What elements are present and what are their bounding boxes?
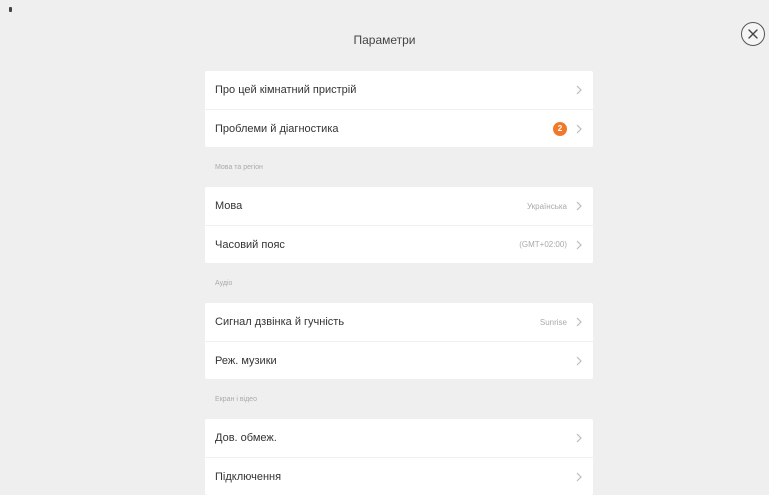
settings-item-music-mode[interactable]: Реж. музики [205,341,593,379]
chevron-right-icon [576,356,582,365]
chevron-right-icon [576,201,582,211]
chevron-right-icon [576,472,582,481]
window-corner-marker [9,7,12,12]
settings-item-label: Проблеми й діагностика [215,122,339,135]
chevron-right-icon [576,240,582,249]
close-icon [748,29,758,39]
settings-item-connection[interactable]: Підключення [205,457,593,495]
settings-item-issues-diagnostics[interactable]: Проблеми й діагностика 2 [205,109,593,147]
settings-item-label: Мова [215,200,243,212]
settings-group-screen-video: Дов. обмеж. Підключення [205,419,593,495]
section-header-language-region: Мова та регіон [215,163,263,171]
settings-group-device: Про цей кімнатний пристрій Проблеми й ді… [205,71,593,147]
settings-item-label: Реж. музики [215,354,277,367]
page-title: Параметри [353,33,416,47]
settings-item-label: Часовий пояс [215,238,285,251]
settings-item-label: Дов. обмеж. [215,432,277,444]
settings-item-language[interactable]: Мова Українська [205,187,593,225]
section-header-screen-video: Екран і відео [215,395,257,403]
settings-item-value: Sunrise [539,317,567,327]
settings-item-value: (GMT+02:00) [519,240,567,249]
notification-badge: 2 [553,121,567,136]
settings-group-language-region: Мова Українська Часовий пояс (GMT+02:00) [205,187,593,263]
settings-item-ringtone-volume[interactable]: Сигнал дзвінка й гучність Sunrise [205,303,593,341]
settings-item-limits[interactable]: Дов. обмеж. [205,419,593,457]
settings-item-value: Українська [526,201,567,211]
settings-group-audio: Сигнал дзвінка й гучність Sunrise Реж. м… [205,303,593,379]
chevron-right-icon [576,124,582,133]
settings-item-label: Підключення [215,470,282,483]
settings-item-label: Сигнал дзвінка й гучність [215,316,345,328]
settings-item-about-device[interactable]: Про цей кімнатний пристрій [205,71,593,109]
close-button[interactable] [741,22,765,46]
settings-item-label: Про цей кімнатний пристрій [215,84,357,96]
settings-list: Про цей кімнатний пристрій Проблеми й ді… [205,71,593,495]
chevron-right-icon [576,433,582,443]
settings-item-timezone[interactable]: Часовий пояс (GMT+02:00) [205,225,593,263]
section-header-audio: Аудіо [215,279,233,287]
chevron-right-icon [576,317,582,327]
chevron-right-icon [576,85,582,95]
